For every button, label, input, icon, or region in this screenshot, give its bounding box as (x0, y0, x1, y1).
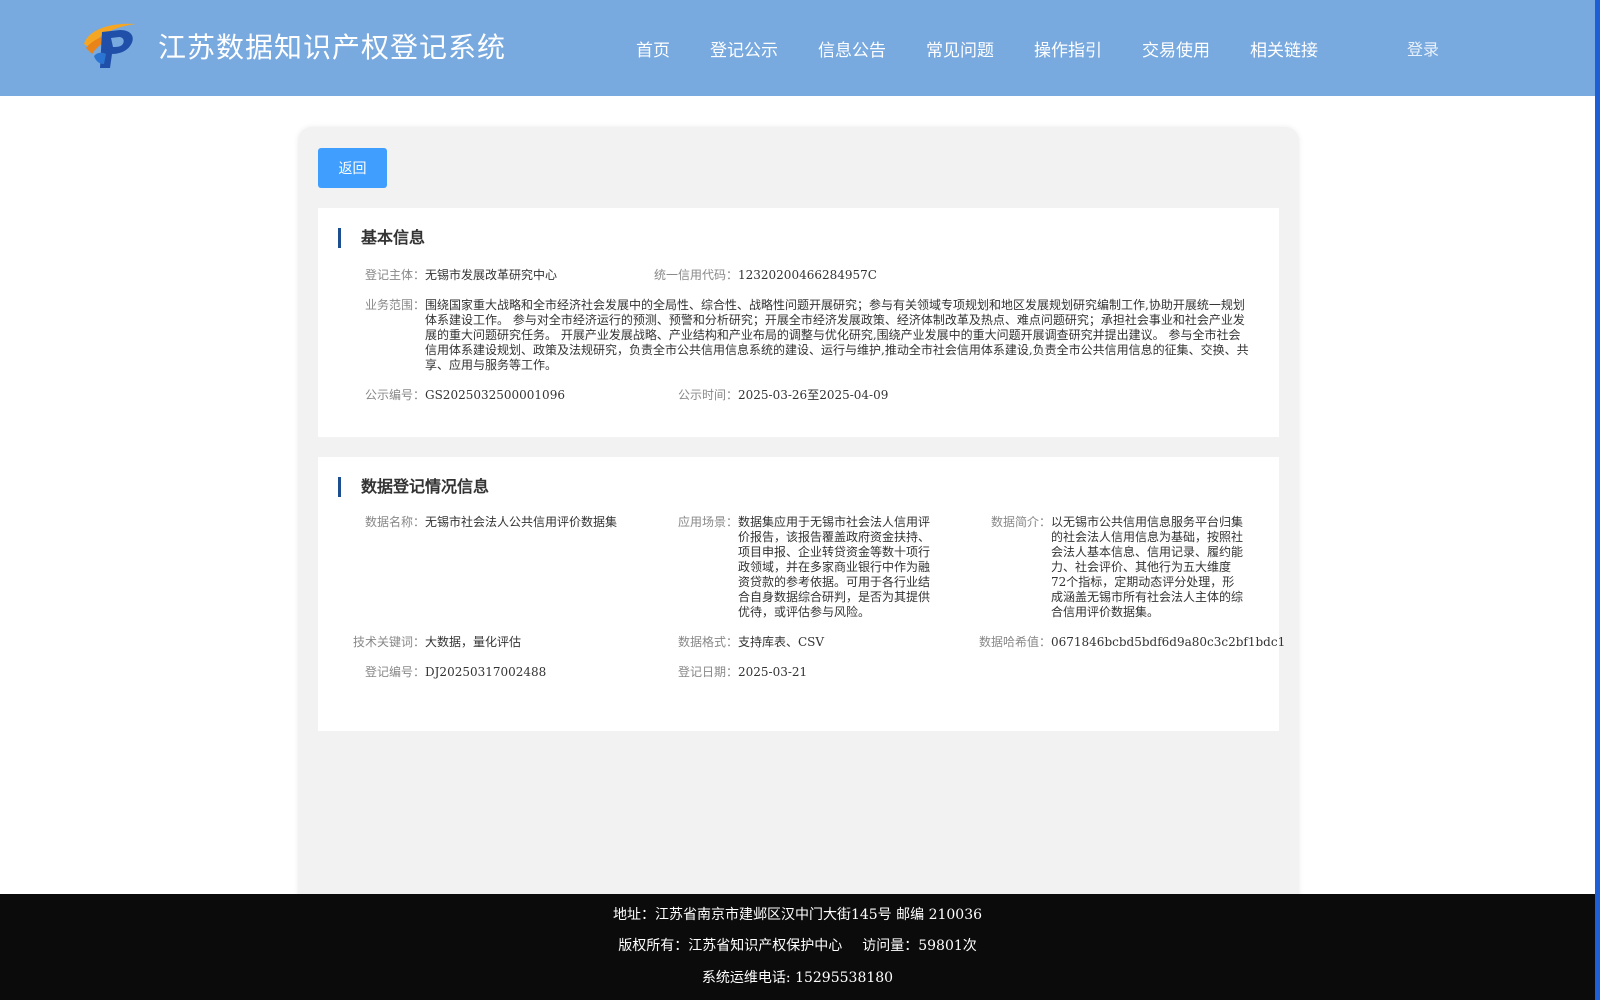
footer-visits: 访问量：59801次 (862, 938, 977, 954)
nav-announcements[interactable]: 信息公告 (818, 36, 886, 61)
field-label: 登记编号： (364, 665, 425, 679)
field-value: 支持库表、CSV (738, 635, 825, 649)
nav-registration-notice[interactable]: 登记公示 (710, 36, 778, 61)
field-value: 数据集应用于无锡市社会法人信用评价报告，该报告覆盖政府资金扶持、项目申报、企业转… (738, 515, 931, 619)
top-header: 江苏数据知识产权登记系统 首页 登记公示 信息公告 常见问题 操作指引 交易使用… (0, 0, 1595, 96)
field-value: 围绕国家重大战略和全市经济社会发展中的全局性、综合性、战略性问题开展研究；参与有… (425, 298, 1249, 372)
footer-address: 地址：江苏省南京市建邺区汉中门大街145号 邮编 210036 (612, 907, 983, 923)
ip-logo-icon[interactable] (80, 18, 140, 70)
field-label: 数据格式： (677, 635, 738, 649)
nav-faq[interactable]: 常见问题 (926, 36, 994, 61)
data-registration-card: 数据登记情况信息 数据名称： 无锡市社会法人公共信用评价数据集 应用场景： 数据… (318, 457, 1285, 731)
field-application-scene: 应用场景： 数据集应用于无锡市社会法人信用评价报告，该报告覆盖政府资金扶持、项目… (678, 515, 931, 620)
field-publicity-no: 公示编号： GS2025032500001096 (365, 388, 565, 403)
field-label: 数据哈希值： (978, 635, 1051, 649)
basic-info-card: 基本信息 登记主体： 无锡市发展改革研究中心 统一信用代码： 123202004… (318, 208, 1279, 437)
field-data-intro: 数据简介： 以无锡市公共信用信息服务平台归集的社会法人信用信息为基础，按照社会法… (991, 515, 1244, 620)
section-title-data: 数据登记情况信息 (338, 477, 489, 497)
field-keywords: 技术关键词： 大数据，量化评估 (353, 635, 522, 650)
field-label: 登记主体： (364, 268, 425, 282)
field-label: 技术关键词： (352, 635, 425, 649)
nav-links[interactable]: 相关链接 (1250, 36, 1318, 61)
footer-copyright: 版权所有：江苏省知识产权保护中心 (618, 938, 843, 954)
section-title-basic: 基本信息 (338, 228, 425, 248)
field-label: 数据简介： (990, 515, 1051, 529)
field-value: 0671846bcbd5bdf6d9a80c3c2bf1bdc1 (1051, 635, 1286, 649)
field-value: GS2025032500001096 (425, 388, 565, 402)
detail-panel: 返回 基本信息 登记主体： 无锡市发展改革研究中心 统一信用代码： 123202… (298, 127, 1299, 927)
field-label: 公示编号： (364, 388, 425, 402)
field-data-name: 数据名称： 无锡市社会法人公共信用评价数据集 (365, 515, 625, 530)
field-business-scope: 业务范围： 围绕国家重大战略和全市经济社会发展中的全局性、综合性、战略性问题开展… (365, 298, 1251, 373)
field-label: 公示时间： (677, 388, 738, 402)
field-value: 2025-03-26至2025-04-09 (738, 388, 889, 402)
field-data-hash: 数据哈希值： 0671846bcbd5bdf6d9a80c3c2bf1bdc1 (979, 635, 1286, 650)
field-subject: 登记主体： 无锡市发展改革研究中心 (365, 268, 558, 283)
nav-guide[interactable]: 操作指引 (1034, 36, 1102, 61)
field-label: 数据名称： (364, 515, 425, 529)
field-label: 登记日期： (677, 665, 738, 679)
field-value: 以无锡市公共信用信息服务平台归集的社会法人信用信息为基础，按照社会法人基本信息、… (1051, 515, 1244, 619)
window-edge (1595, 0, 1600, 1000)
field-value: 大数据，量化评估 (425, 635, 522, 649)
back-button[interactable]: 返回 (318, 148, 387, 188)
site-title: 江苏数据知识产权登记系统 (158, 31, 507, 64)
field-publicity-time: 公示时间： 2025-03-26至2025-04-09 (678, 388, 889, 403)
field-registration-no: 登记编号： DJ20250317002488 (365, 665, 547, 680)
nav-trade[interactable]: 交易使用 (1142, 36, 1210, 61)
field-registration-date: 登记日期： 2025-03-21 (678, 665, 808, 680)
main-nav: 首页 登记公示 信息公告 常见问题 操作指引 交易使用 相关链接 (636, 36, 1358, 61)
field-data-format: 数据格式： 支持库表、CSV (678, 635, 825, 650)
nav-home[interactable]: 首页 (636, 36, 670, 61)
field-value: 2025-03-21 (738, 665, 808, 679)
footer-phone: 系统运维电话: 15295538180 (701, 970, 894, 986)
login-link[interactable]: 登录 (1407, 36, 1439, 60)
field-label: 统一信用代码： (653, 268, 738, 282)
field-label: 业务范围： (364, 298, 425, 312)
page-footer: 地址：江苏省南京市建邺区汉中门大街145号 邮编 210036 版权所有：江苏省… (0, 894, 1595, 1000)
field-value: 无锡市社会法人公共信用评价数据集 (425, 515, 618, 529)
footer-copyright-line: 版权所有：江苏省知识产权保护中心 访问量：59801次 (0, 935, 1595, 955)
field-value: 12320200466284957C (738, 268, 877, 282)
field-credit-code: 统一信用代码： 12320200466284957C (654, 268, 877, 283)
field-label: 应用场景： (677, 515, 738, 529)
field-value: DJ20250317002488 (425, 665, 547, 679)
field-value: 无锡市发展改革研究中心 (425, 268, 558, 282)
